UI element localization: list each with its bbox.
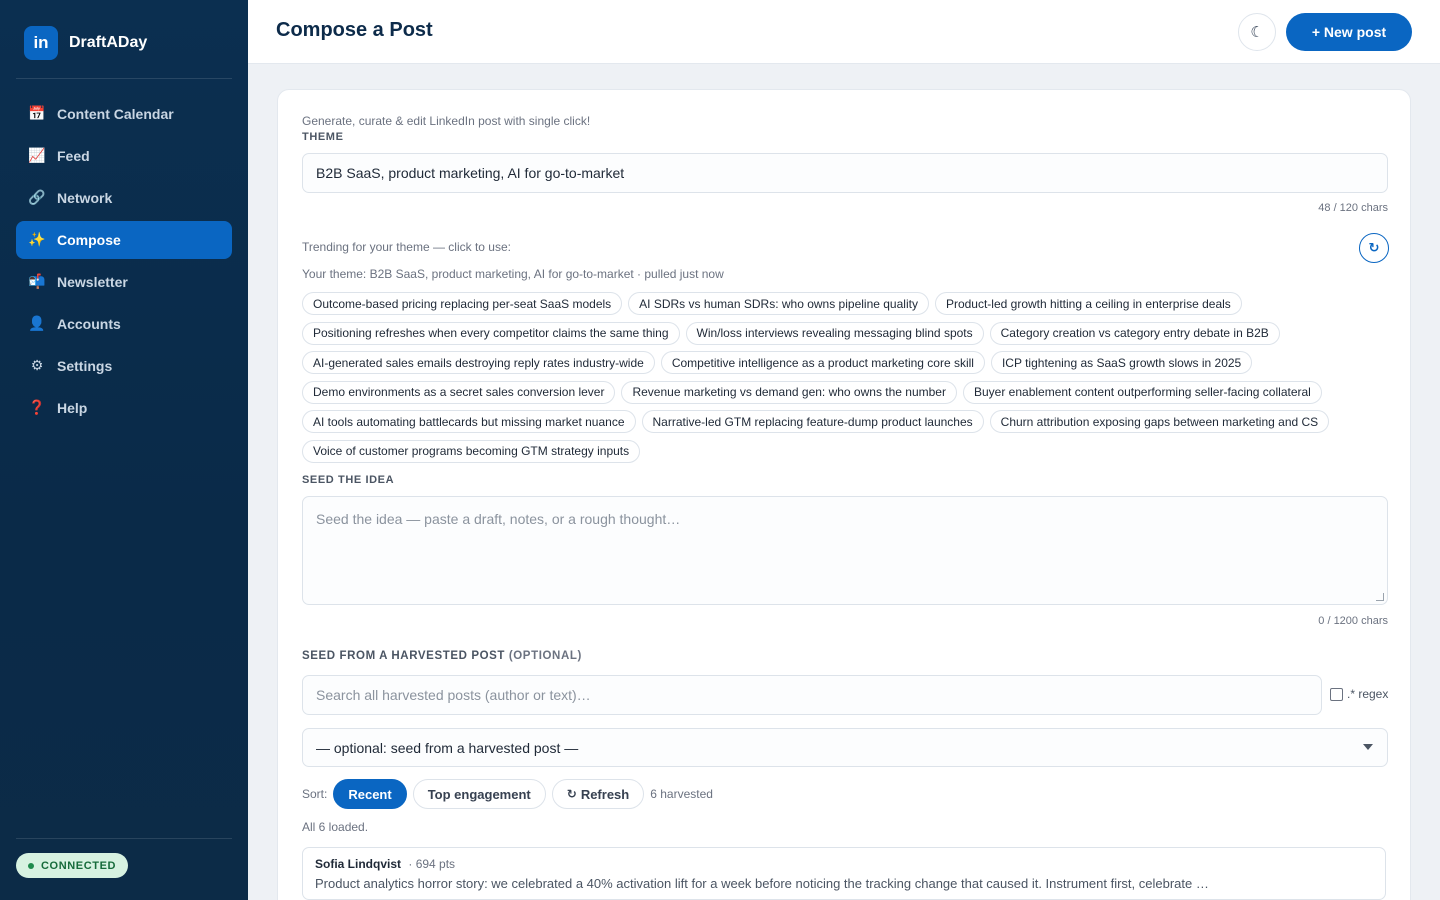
sort-top-engagement-button[interactable]: Top engagement	[412, 779, 546, 809]
connection-status-badge: CONNECTED	[16, 853, 129, 878]
harvested-post-select[interactable]: — optional: seed from a harvested post —	[302, 728, 1388, 767]
trending-topic-chip[interactable]: Demo environments as a secret sales conv…	[302, 380, 616, 404]
refresh-icon: ↻	[566, 787, 577, 801]
trending-topic-chip[interactable]: Churn attribution exposing gaps between …	[989, 410, 1330, 433]
calendar-icon: 📅	[28, 106, 46, 122]
sidebar-item-label: Feed	[57, 148, 90, 164]
compose-subtitle: Generate, curate & edit LinkedIn post wi…	[302, 114, 591, 128]
post-author: Sofia Lindqvist	[315, 857, 402, 871]
sidebar-divider	[16, 78, 232, 79]
harvest-search-placeholder: Search all harvested posts (author or te…	[316, 687, 591, 703]
connection-status-label: CONNECTED	[41, 859, 117, 872]
sidebar-item-network[interactable]: 🔗 Network	[16, 179, 232, 217]
trending-topic-chip[interactable]: Win/loss interviews revealing messaging …	[685, 321, 984, 345]
sidebar-item-label: Help	[57, 400, 88, 416]
regex-checkbox[interactable]	[1330, 687, 1343, 701]
sidebar-item-label: Newsletter	[57, 274, 128, 290]
trending-topic-chip[interactable]: AI tools automating battlecards but miss…	[302, 410, 636, 433]
trending-topic-chip[interactable]: Buyer enablement content outperforming s…	[962, 380, 1322, 404]
trending-topic-chip[interactable]: Narrative-led GTM replacing feature-dump…	[641, 410, 984, 433]
sidebar-divider	[16, 838, 232, 839]
sidebar-item-settings[interactable]: ⚙ Settings	[16, 347, 232, 385]
sidebar-item-label: Network	[57, 190, 113, 206]
harvest-label-optional: (OPTIONAL)	[508, 650, 582, 662]
brand[interactable]: in DraftADay	[24, 26, 147, 60]
resize-handle-icon[interactable]	[1376, 593, 1384, 601]
mailbox-icon: 📬	[28, 274, 46, 290]
refresh-trending-button[interactable]: ↻	[1359, 233, 1389, 263]
top-bar: Compose a Post ☾ + New post	[248, 0, 1440, 64]
harvest-search-input[interactable]: Search all harvested posts (author or te…	[302, 675, 1322, 715]
trending-topic-chip[interactable]: Category creation vs category entry deba…	[989, 321, 1280, 345]
trending-topics: Outcome-based pricing replacing per-seat…	[302, 292, 1392, 469]
sort-recent-button[interactable]: Recent	[333, 779, 407, 809]
status-dot-icon	[28, 862, 34, 869]
trending-topic-chip[interactable]: Positioning refreshes when every competi…	[302, 321, 680, 345]
sidebar-item-label: Content Calendar	[57, 106, 174, 122]
refresh-label: Refresh	[580, 786, 630, 802]
theme-label: THEME	[302, 131, 344, 143]
post-header: Sofia Lindqvist · 694 pts	[315, 857, 1373, 871]
theme-toggle-button[interactable]: ☾	[1238, 13, 1276, 51]
trending-topic-chip[interactable]: ICP tightening as SaaS growth slows in 2…	[990, 351, 1253, 374]
loaded-status: All 6 loaded.	[302, 820, 369, 834]
trending-topic-chip[interactable]: Outcome-based pricing replacing per-seat…	[302, 292, 623, 315]
sidebar-item-label: Compose	[57, 232, 121, 248]
gear-icon: ⚙	[30, 358, 44, 374]
harvest-section-label: SEED FROM A HARVESTED POST (OPTIONAL)	[302, 650, 582, 662]
sidebar-item-compose[interactable]: ✨ Compose	[16, 221, 232, 259]
refresh-harvested-button[interactable]: ↻ Refresh	[551, 779, 645, 809]
sidebar-item-help[interactable]: ❓ Help	[16, 389, 232, 427]
seed-char-counter: 0 / 1200 chars	[1318, 615, 1388, 627]
seed-idea-placeholder: Seed the idea — paste a draft, notes, or…	[316, 511, 681, 527]
trending-meta: Your theme: B2B SaaS, product marketing,…	[302, 267, 724, 281]
seed-idea-label: SEED THE IDEA	[302, 474, 395, 486]
user-icon: 👤	[28, 316, 46, 332]
sidebar-item-accounts[interactable]: 👤 Accounts	[16, 305, 232, 343]
chart-icon: 📈	[28, 148, 46, 164]
sidebar: in DraftADay 📅 Content Calendar 📈 Feed 🔗…	[0, 0, 248, 900]
trending-label: Trending for your theme — click to use:	[302, 240, 511, 254]
brand-name: DraftADay	[69, 34, 148, 51]
seed-idea-textarea[interactable]: Seed the idea — paste a draft, notes, or…	[302, 496, 1388, 605]
sidebar-item-label: Settings	[57, 358, 113, 374]
sparkles-icon: ✨	[28, 232, 46, 248]
chevron-down-icon	[1363, 744, 1373, 750]
moon-icon: ☾	[1250, 23, 1264, 41]
theme-input-value: B2B SaaS, product marketing, AI for go-t…	[316, 165, 625, 181]
harvest-label-text: SEED FROM A HARVESTED POST	[302, 650, 506, 662]
trending-topic-chip[interactable]: AI-generated sales emails destroying rep…	[302, 351, 655, 374]
help-icon: ❓	[28, 400, 46, 416]
theme-char-counter: 48 / 120 chars	[1318, 202, 1388, 214]
regex-label: .* regex	[1347, 687, 1389, 701]
sort-controls: Sort: Recent Top engagement ↻ Refresh 6 …	[302, 779, 713, 809]
sidebar-nav: 📅 Content Calendar 📈 Feed 🔗 Network ✨ Co…	[16, 95, 232, 431]
sort-label: Sort:	[302, 787, 328, 801]
sidebar-item-newsletter[interactable]: 📬 Newsletter	[16, 263, 232, 301]
sidebar-item-content-calendar[interactable]: 📅 Content Calendar	[16, 95, 232, 133]
harvested-post-item[interactable]: Sofia Lindqvist · 694 pts Product analyt…	[302, 847, 1386, 900]
page-title: Compose a Post	[276, 19, 433, 41]
trending-topic-chip[interactable]: Product-led growth hitting a ceiling in …	[934, 292, 1242, 315]
new-post-button[interactable]: + New post	[1286, 13, 1412, 51]
trending-topic-chip[interactable]: Revenue marketing vs demand gen: who own…	[621, 380, 957, 404]
brand-logo: in	[24, 26, 58, 60]
harvested-post-select-value: — optional: seed from a harvested post —	[316, 739, 579, 756]
sidebar-item-feed[interactable]: 📈 Feed	[16, 137, 232, 175]
post-points: · 694 pts	[408, 857, 456, 871]
trending-topic-chip[interactable]: Competitive intelligence as a product ma…	[660, 351, 985, 374]
regex-toggle[interactable]: .* regex	[1330, 687, 1388, 701]
link-icon: 🔗	[28, 190, 46, 206]
trending-topic-chip[interactable]: Voice of customer programs becoming GTM …	[302, 439, 641, 463]
sidebar-item-label: Accounts	[57, 316, 121, 332]
trending-topic-chip[interactable]: AI SDRs vs human SDRs: who owns pipeline…	[628, 292, 929, 315]
compose-card: Generate, curate & edit LinkedIn post wi…	[277, 89, 1411, 900]
post-text: Product analytics horror story: we celeb…	[315, 876, 1209, 891]
refresh-icon: ↻	[1368, 240, 1380, 256]
harvested-count: 6 harvested	[650, 787, 713, 801]
theme-input[interactable]: B2B SaaS, product marketing, AI for go-t…	[302, 153, 1388, 193]
